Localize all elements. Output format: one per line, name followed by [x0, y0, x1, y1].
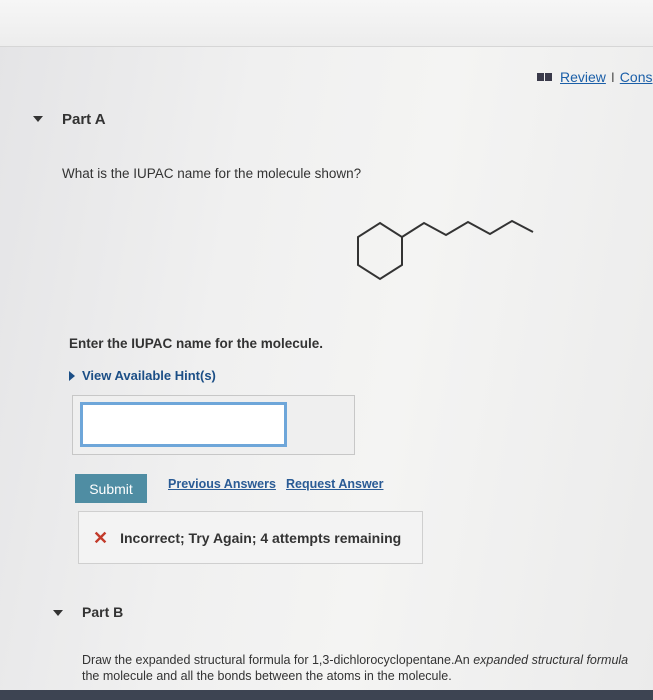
feedback-text: Incorrect; Try Again; 4 attempts remaini… [120, 529, 402, 546]
part-b-title[interactable]: Part B [82, 604, 123, 620]
bottom-bar [0, 690, 653, 700]
review-link[interactable]: Review [560, 69, 606, 85]
iupac-name-input[interactable] [80, 402, 287, 447]
view-hints-toggle[interactable]: View Available Hint(s) [69, 368, 216, 383]
answer-box [72, 395, 355, 455]
triangle-right-icon [69, 370, 75, 381]
part-a-collapse-icon[interactable] [33, 116, 43, 122]
x-icon: ✕ [93, 527, 109, 548]
part-a-question: What is the IUPAC name for the molecule … [62, 166, 362, 181]
screen: Review I Cons Part A What is the IUPAC n… [0, 0, 653, 700]
top-band [0, 0, 653, 47]
alkyl-chain [401, 219, 534, 238]
part-b-line1-italic: expanded structural formula [473, 653, 629, 667]
part-b-line2: the molecule and all the bonds between t… [82, 669, 452, 683]
part-b-line1: Draw the expanded structural formula for… [82, 652, 628, 668]
header-separator: I [610, 69, 615, 85]
part-b-question: Draw the expanded structural formula for… [82, 652, 628, 684]
book-icon [537, 72, 553, 82]
constants-link[interactable]: Cons [620, 69, 653, 85]
request-answer-link[interactable]: Request Answer [286, 477, 383, 491]
feedback-message: ✕ Incorrect; Try Again; 4 attempts remai… [78, 511, 423, 564]
submit-button[interactable]: Submit [75, 474, 147, 503]
view-hints-label: View Available Hint(s) [82, 368, 216, 383]
previous-answers-link[interactable]: Previous Answers [168, 477, 276, 491]
answer-prompt: Enter the IUPAC name for the molecule. [69, 336, 324, 351]
part-b-line1-plain: Draw the expanded structural formula for… [82, 653, 474, 667]
cyclohexane-ring [357, 221, 403, 281]
header-links: Review I Cons [537, 69, 652, 85]
part-b-collapse-icon[interactable] [53, 610, 63, 616]
part-a-title[interactable]: Part A [62, 111, 106, 128]
molecule-structure [357, 219, 534, 281]
